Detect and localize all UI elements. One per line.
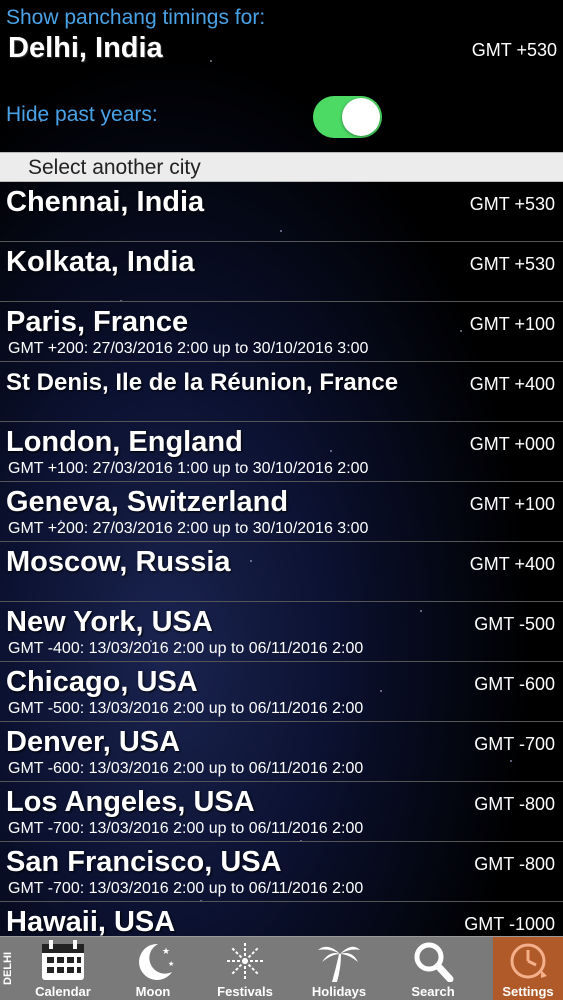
tab-label: Search (411, 984, 455, 999)
tab-label: Moon (135, 984, 171, 999)
city-name: New York, USA (6, 606, 213, 638)
tab-calendar[interactable]: Calendar (18, 937, 108, 1000)
city-row[interactable]: Kolkata, India GMT +530 (0, 242, 563, 302)
city-gmt: GMT +530 (469, 254, 555, 274)
tab-festivals[interactable]: Festivals (200, 937, 290, 1000)
city-name: Denver, USA (6, 726, 181, 758)
city-list: Chennai, India GMT +530 Kolkata, India GMT … (0, 182, 563, 962)
city-dst-info: GMT +200: 27/03/2016 2:00 up to 30/10/20… (8, 520, 369, 537)
city-name: San Francisco, USA (6, 846, 282, 878)
city-tag: DELHI (2, 952, 14, 986)
hide-past-years-toggle[interactable] (313, 96, 382, 138)
tab-moon[interactable]: ★ ★ Moon (108, 937, 198, 1000)
city-name: Chicago, USA (6, 666, 198, 698)
city-name: Hawaii, USA (6, 906, 176, 938)
search-icon (414, 942, 454, 982)
city-gmt: GMT -800 (474, 794, 555, 814)
city-gmt: GMT -500 (474, 614, 555, 634)
section-title: Select another city (28, 156, 201, 179)
city-name: Chennai, India (6, 186, 205, 218)
moon-icon: ★ ★ (139, 943, 174, 980)
tab-search[interactable]: Search (388, 937, 478, 1000)
city-gmt: GMT +100 (469, 314, 555, 334)
city-row[interactable]: Chennai, India GMT +530 (0, 182, 563, 242)
city-name: London, England (6, 426, 243, 458)
tab-label: Calendar (35, 984, 91, 999)
city-name: Paris, France (6, 306, 189, 338)
calendar-icon (42, 940, 84, 980)
city-name: St Denis, Ile de la Réunion, France (6, 369, 399, 396)
select-city-section-header: Select another city (0, 152, 563, 182)
hide-past-years-label: Hide past years: (6, 103, 158, 126)
current-location-panel: Show panchang timings for: Delhi, India … (0, 0, 563, 152)
city-gmt: GMT +530 (469, 194, 555, 214)
city-gmt: GMT -1000 (464, 914, 555, 934)
city-row[interactable]: Moscow, Russia GMT +400 (0, 542, 563, 602)
tab-label: Settings (502, 984, 554, 999)
city-row[interactable]: Geneva, Switzerland GMT +100 GMT +200: 27/… (0, 482, 563, 542)
city-dst-info: GMT +100: 27/03/2016 1:00 up to 30/10/20… (8, 460, 369, 477)
city-row[interactable]: Chicago, USA GMT -600 GMT -500: 13/03/2016… (0, 662, 563, 722)
city-row[interactable]: Denver, USA GMT -700 GMT -600: 13/03/2016 … (0, 722, 563, 782)
city-row[interactable]: Los Angeles, USA GMT -800 GMT -700: 13/03/… (0, 782, 563, 842)
city-gmt: GMT +000 (469, 434, 555, 454)
city-name: Geneva, Switzerland (6, 486, 289, 518)
fireworks-icon (226, 942, 264, 980)
tab-label: Holidays (311, 984, 367, 999)
current-city-gmt: GMT +530 (471, 40, 557, 60)
city-dst-info: GMT -600: 13/03/2016 2:00 up to 06/11/20… (8, 760, 364, 777)
tab-label: Festivals (217, 984, 273, 999)
city-gmt: GMT +100 (469, 494, 555, 514)
city-row[interactable]: San Francisco, USA GMT -800 GMT -700: 13/0… (0, 842, 563, 902)
svg-text:★: ★ (168, 960, 174, 968)
current-city-name[interactable]: Delhi, India (8, 32, 163, 65)
city-row[interactable]: St Denis, Ile de la Réunion, France GMT +… (0, 362, 563, 422)
city-dst-info: GMT +200: 27/03/2016 2:00 up to 30/10/20… (8, 340, 369, 357)
tab-bar: DELHI Calendar ★ ★ Moon Festivals Holida… (0, 936, 563, 1000)
tab-settings[interactable]: Settings (493, 937, 563, 1000)
city-gmt: GMT +400 (469, 554, 555, 574)
city-name: Kolkata, India (6, 246, 195, 278)
city-gmt: GMT -700 (474, 734, 555, 754)
palm-tree-icon (318, 946, 360, 982)
city-row[interactable]: Paris, France GMT +100 GMT +200: 27/03/201… (0, 302, 563, 362)
settings-clock-icon (510, 943, 547, 979)
city-name: Moscow, Russia (6, 546, 231, 578)
city-dst-info: GMT -700: 13/03/2016 2:00 up to 06/11/20… (8, 820, 364, 837)
city-gmt: GMT -600 (474, 674, 555, 694)
tab-holidays[interactable]: Holidays (294, 937, 384, 1000)
city-gmt: GMT -800 (474, 854, 555, 874)
toggle-knob (342, 98, 380, 136)
city-name: Los Angeles, USA (6, 786, 255, 818)
city-dst-info: GMT -700: 13/03/2016 2:00 up to 06/11/20… (8, 880, 364, 897)
city-row[interactable]: London, England GMT +000 GMT +100: 27/03/2… (0, 422, 563, 482)
city-dst-info: GMT -400: 13/03/2016 2:00 up to 06/11/20… (8, 640, 364, 657)
city-dst-info: GMT -500: 13/03/2016 2:00 up to 06/11/20… (8, 700, 364, 717)
city-gmt: GMT +400 (469, 374, 555, 394)
city-row[interactable]: New York, USA GMT -500 GMT -400: 13/03/201… (0, 602, 563, 662)
show-timings-label: Show panchang timings for: (6, 6, 266, 29)
svg-text:★: ★ (162, 947, 170, 957)
